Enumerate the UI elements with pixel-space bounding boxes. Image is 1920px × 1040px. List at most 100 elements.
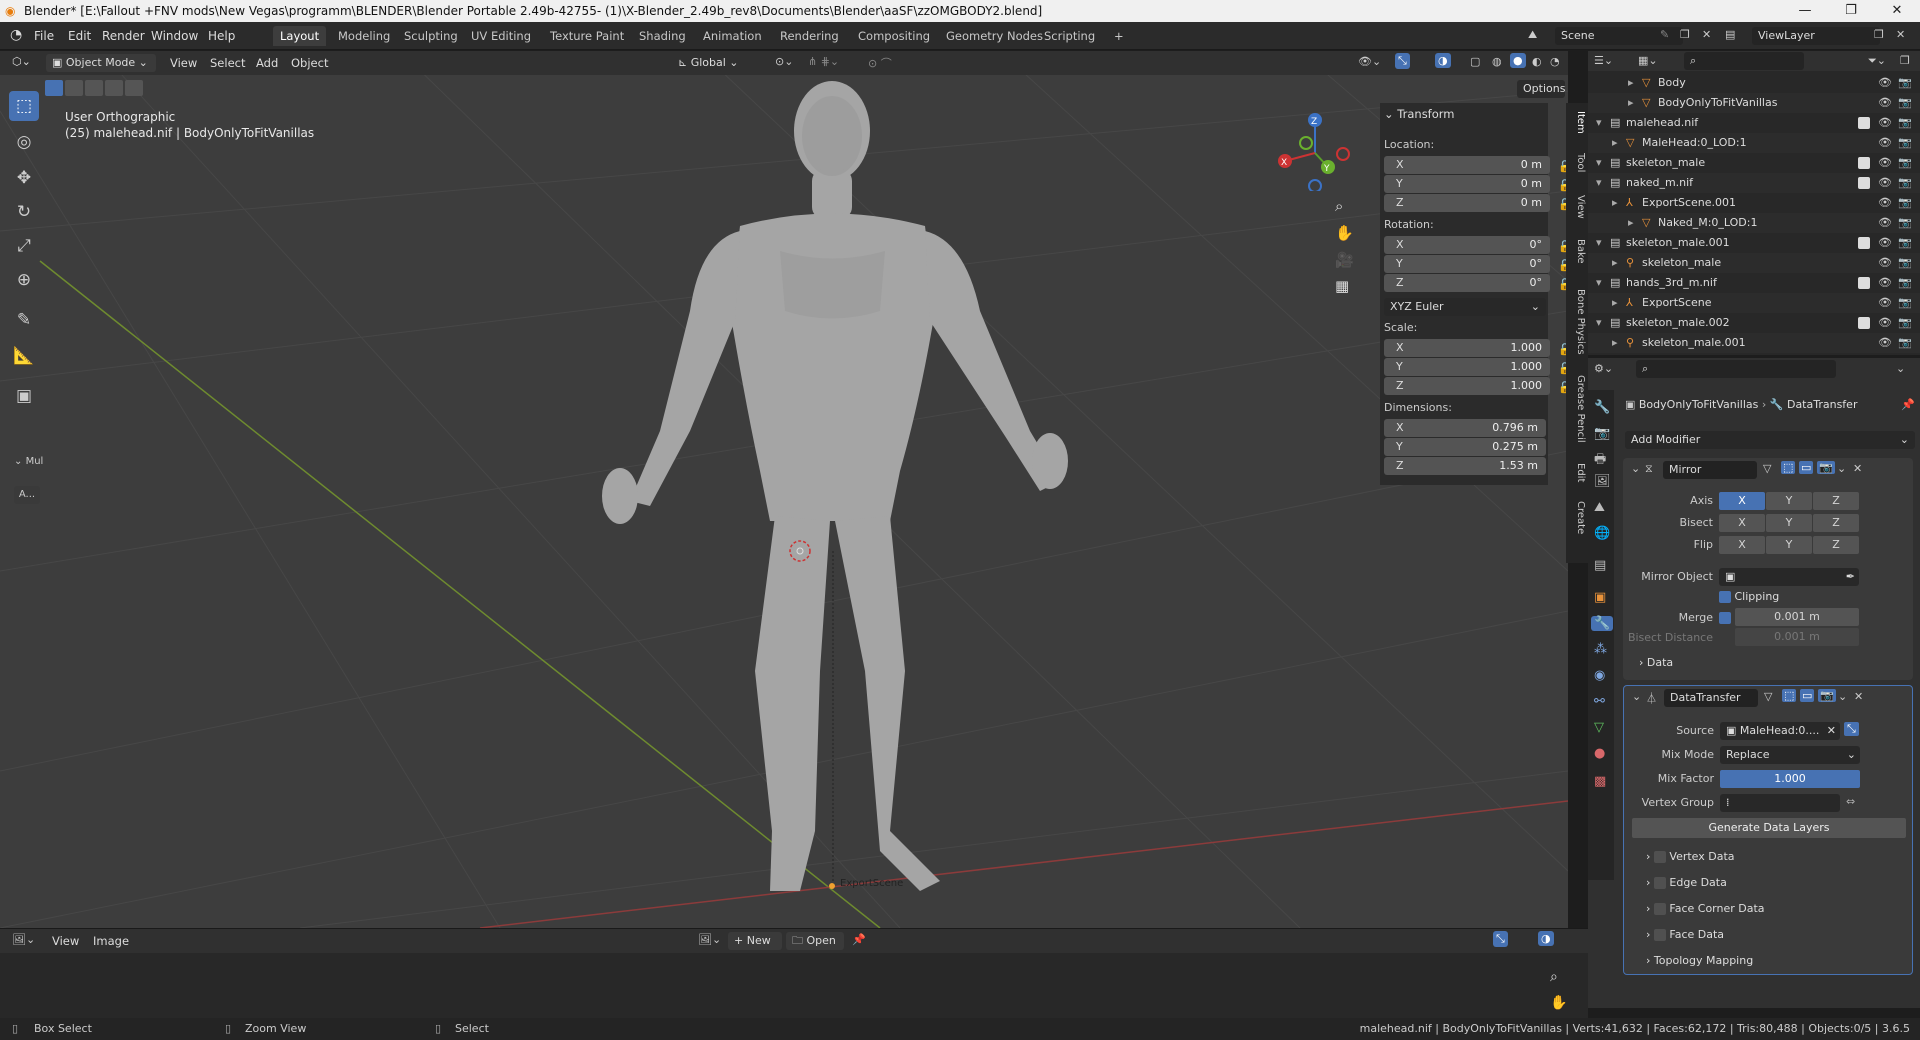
exclude-checkbox[interactable]: [1858, 237, 1870, 249]
expand-toggle-icon[interactable]: ▸: [1612, 133, 1618, 153]
expand-toggle-icon[interactable]: ▸: [1628, 213, 1634, 233]
clipping-checkbox[interactable]: Clipping: [1719, 590, 1779, 603]
overlay-toggle-icon[interactable]: ◑: [1538, 931, 1554, 946]
expand-toggle-icon[interactable]: ▸: [1612, 253, 1618, 273]
pan-hand-icon[interactable]: ✋: [1550, 995, 1567, 1011]
scale-y-field[interactable]: Y1.000🔓: [1384, 358, 1572, 376]
source-object-field[interactable]: ▣ MaleHead:0.... ✕: [1720, 722, 1840, 740]
image-menu-image[interactable]: Image: [93, 932, 129, 950]
proportional-edit-icon[interactable]: ⊙ ⌒: [868, 55, 892, 71]
eyedropper-icon[interactable]: ✒: [1846, 568, 1855, 586]
collapse-chevron-icon[interactable]: ⌄: [1631, 462, 1640, 475]
visibility-eye-icon[interactable]: 👁: [1878, 333, 1892, 353]
axis-y-toggle[interactable]: Y: [1766, 492, 1812, 510]
rendered-shading-icon[interactable]: ◔: [1550, 55, 1560, 68]
visibility-eye-icon[interactable]: 👁: [1878, 153, 1892, 173]
options-dropdown[interactable]: Options: [1517, 80, 1565, 98]
object-mode-dropdown[interactable]: ▣ Object Mode ⌄: [46, 54, 156, 72]
data-properties-icon[interactable]: ▽: [1594, 720, 1604, 735]
rotate-tool[interactable]: ↻: [9, 197, 39, 227]
delete-viewlayer-icon[interactable]: ✕: [1896, 28, 1905, 41]
select-intersect-icon[interactable]: [125, 80, 143, 96]
open-image-button[interactable]: 🗀 Open: [786, 932, 844, 950]
pin-icon[interactable]: 📌: [1901, 398, 1915, 411]
image-browse-icon[interactable]: 🖼⌄: [698, 933, 721, 946]
visibility-eye-icon[interactable]: 👁: [1878, 113, 1892, 133]
expand-toggle-icon[interactable]: ▾: [1596, 313, 1602, 333]
edge-data-subpanel[interactable]: › Edge Data: [1646, 876, 1727, 889]
bisect-distance-field[interactable]: 0.001 m: [1735, 628, 1859, 646]
snap-icon[interactable]: ⋔ ⋕⌄: [808, 55, 839, 68]
render-camera-icon[interactable]: 📷: [1898, 293, 1912, 313]
sidebar-tab-grease-pencil[interactable]: Grease Pencil: [1568, 375, 1586, 443]
wireframe-shading-icon[interactable]: ◍: [1492, 55, 1502, 68]
maximize-button[interactable]: ❐: [1828, 0, 1874, 22]
gizmo-toggle-icon[interactable]: ⤡: [1493, 931, 1508, 947]
expand-toggle-icon[interactable]: ▸: [1628, 93, 1634, 113]
properties-options-icon[interactable]: ⌄: [1896, 362, 1905, 375]
select-subtract-icon[interactable]: [85, 80, 103, 96]
display-mode-icon[interactable]: ▦⌄: [1638, 54, 1658, 67]
image-editor[interactable]: 🖼⌄ View Image 🖼⌄ + New 🗀 Open 📌 ⤡ ◑ ⌕ ✋: [0, 928, 1588, 1018]
render-camera-icon[interactable]: 📷: [1898, 233, 1912, 253]
visibility-eye-icon[interactable]: 👁: [1878, 233, 1892, 253]
tab-modeling[interactable]: Modeling: [331, 26, 397, 46]
object-properties-icon[interactable]: ▣: [1594, 590, 1606, 605]
dimensions-z-field[interactable]: Z 1.53 m: [1384, 457, 1546, 475]
outliner-row[interactable]: ▾ ▤ hands_3rd_m.nif 👁 📷: [1588, 273, 1920, 293]
outliner-row[interactable]: ▸ ▽ Body 👁 📷: [1588, 73, 1920, 93]
filter-icon[interactable]: ⏷⌄: [1868, 54, 1886, 68]
modifier-properties-icon[interactable]: 🔧: [1591, 616, 1614, 631]
visibility-eye-icon[interactable]: 👁: [1878, 213, 1892, 233]
pin-icon[interactable]: 📌: [852, 933, 866, 946]
panel-a-button[interactable]: A...: [14, 486, 40, 504]
render-camera-icon[interactable]: 📷: [1898, 113, 1912, 133]
render-camera-icon[interactable]: 📷: [1898, 213, 1912, 233]
axis-z-toggle[interactable]: Z: [1813, 492, 1859, 510]
particles-icon[interactable]: ⁂: [1594, 642, 1607, 657]
menu-render[interactable]: Render: [102, 29, 145, 43]
transform-orientation-dropdown[interactable]: ⊾ Global ⌄: [672, 54, 762, 72]
overlay-toggle-icon[interactable]: ◑: [1435, 53, 1451, 68]
tab-sculpting[interactable]: Sculpting: [397, 26, 465, 46]
new-viewlayer-icon[interactable]: ❐: [1874, 28, 1884, 41]
clear-icon[interactable]: ✕: [1827, 722, 1836, 740]
render-camera-icon[interactable]: 📷: [1898, 93, 1912, 113]
render-properties-icon[interactable]: 📷: [1594, 426, 1610, 441]
viewport-toggle-icon[interactable]: ▭: [1800, 689, 1815, 702]
blender-menu-icon[interactable]: ◔: [10, 27, 22, 43]
menu-file[interactable]: File: [34, 29, 54, 43]
edit-mode-toggle-icon[interactable]: ▽: [1764, 690, 1772, 703]
merge-checkbox[interactable]: [1719, 612, 1731, 624]
visibility-eye-icon[interactable]: 👁: [1878, 173, 1892, 193]
pivot-icon[interactable]: ⊙⌄: [775, 55, 793, 68]
dropdown-icon[interactable]: ⌄: [1838, 690, 1847, 703]
flip-x-toggle[interactable]: X: [1719, 536, 1765, 554]
gizmo-toggle-icon[interactable]: ⤡: [1395, 53, 1410, 69]
exclude-checkbox[interactable]: [1858, 317, 1870, 329]
tool-properties-icon[interactable]: 🔧: [1594, 400, 1610, 415]
transform-header[interactable]: ⌄ Transform: [1384, 107, 1455, 121]
dropdown-icon[interactable]: ⌄: [1837, 462, 1846, 475]
topology-mapping-subpanel[interactable]: › Topology Mapping: [1646, 954, 1753, 967]
select-new-icon[interactable]: [45, 80, 63, 96]
sidebar-tab-create[interactable]: Create: [1568, 501, 1586, 534]
add-workspace-button[interactable]: +: [1107, 26, 1131, 46]
tab-layout[interactable]: Layout: [273, 26, 327, 46]
material-properties-icon[interactable]: ●: [1594, 746, 1605, 761]
rotation-z-field[interactable]: Z0°🔓: [1384, 274, 1572, 292]
expand-toggle-icon[interactable]: ▸: [1612, 333, 1618, 353]
remove-modifier-icon[interactable]: ✕: [1853, 462, 1862, 475]
sidebar-tab-edit[interactable]: Edit: [1568, 463, 1586, 482]
dimensions-y-field[interactable]: Y 0.275 m: [1384, 438, 1546, 456]
data-subpanel[interactable]: › Data: [1639, 656, 1673, 669]
visibility-eye-icon[interactable]: 👁: [1878, 313, 1892, 333]
visibility-eye-icon[interactable]: 👁: [1878, 253, 1892, 273]
invert-icon[interactable]: ⇔: [1846, 795, 1855, 808]
mirror-name-field[interactable]: Mirror: [1663, 461, 1757, 479]
navigation-gizmo[interactable]: Z X Y: [1275, 111, 1355, 191]
datatransfer-name-field[interactable]: DataTransfer: [1664, 689, 1758, 707]
expand-toggle-icon[interactable]: ▸: [1612, 293, 1618, 313]
minimize-button[interactable]: —: [1782, 0, 1828, 22]
outliner-row[interactable]: ▸ ▽ BodyOnlyToFitVanillas 👁 📷: [1588, 93, 1920, 113]
